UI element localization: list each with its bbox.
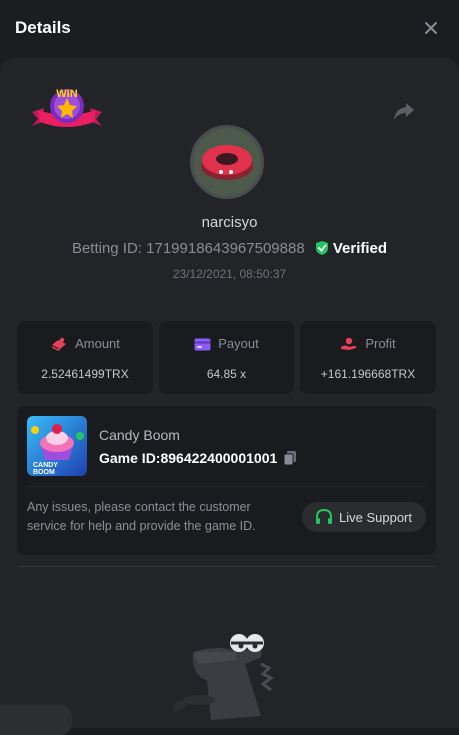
contact-instructions: Any issues, please contact the customer … — [27, 500, 256, 533]
payout-label: Payout — [218, 336, 259, 351]
live-support-label: Live Support — [339, 510, 412, 525]
amount-value: 2.52461499TRX — [41, 367, 129, 381]
amount-icon — [51, 337, 67, 351]
candy-boom-thumbnail-image: CANDY BOOM — [27, 416, 87, 476]
live-support-button[interactable]: Live Support — [302, 502, 426, 532]
section-divider — [17, 566, 436, 567]
headset-icon — [316, 509, 332, 524]
share-icon[interactable] — [392, 100, 416, 122]
svg-text:WIN: WIN — [56, 88, 77, 100]
amount-card: Amount 2.52461499TRX — [17, 321, 153, 394]
game-card: CANDY BOOM Candy Boom Game ID:8964224000… — [17, 406, 436, 555]
crocodile-mascot-icon — [174, 634, 274, 720]
corner-tab[interactable] — [0, 705, 72, 735]
betting-id-label: Betting ID: — [71, 240, 142, 257]
copy-icon[interactable] — [283, 450, 297, 466]
username: narcisyo — [201, 214, 258, 231]
header: Details — [0, 0, 459, 58]
betting-id-row: Betting ID: 1719918643967509888 Verified — [0, 240, 459, 257]
game-name: Candy Boom — [99, 427, 180, 443]
game-id-label: Game ID: — [99, 450, 161, 466]
betting-id-value: 1719918643967509888 — [146, 240, 305, 257]
win-badge-icon: WIN — [32, 88, 102, 127]
profit-value: +161.196668TRX — [320, 367, 416, 381]
bet-timestamp: 23/12/2021, 08:50:37 — [172, 267, 287, 281]
divider — [27, 486, 426, 487]
close-icon[interactable] — [423, 20, 439, 36]
page-title: Details — [15, 18, 71, 37]
profit-card: Profit +161.196668TRX — [300, 321, 436, 394]
profit-label: Profit — [365, 336, 396, 351]
payout-card-icon — [194, 338, 211, 351]
amount-label: Amount — [75, 336, 120, 351]
payout-card: Payout 64.85 x — [159, 321, 294, 394]
game-id-value: 896422400001001 — [160, 450, 278, 466]
avatar — [190, 125, 264, 199]
svg-text:CANDY: CANDY — [33, 462, 58, 469]
payout-value: 64.85 x — [206, 367, 247, 381]
verified-label: Verified — [332, 240, 388, 257]
game-id: Game ID:896422400001001 — [99, 450, 297, 466]
verified-shield-icon — [315, 241, 328, 255]
game-thumbnail[interactable]: CANDY BOOM — [27, 416, 87, 476]
svg-text:BOOM: BOOM — [33, 469, 55, 476]
avatar-image — [193, 128, 261, 196]
profit-icon — [341, 337, 357, 350]
